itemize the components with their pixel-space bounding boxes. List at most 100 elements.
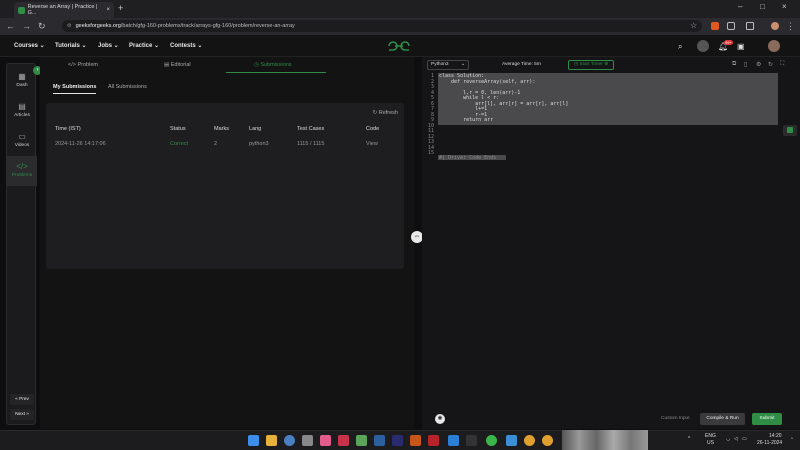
tray-chevron-icon[interactable]: ^	[688, 436, 690, 442]
photoshop-icon[interactable]	[374, 435, 385, 446]
chat-icon	[787, 127, 793, 133]
cell-time: 2024-11-26 14:17:06	[55, 141, 106, 147]
volume-icon[interactable]: ◁	[734, 436, 738, 442]
illustrator-icon[interactable]	[410, 435, 421, 446]
app-icon[interactable]	[466, 435, 477, 446]
maximize-button[interactable]: □	[760, 2, 765, 11]
rail-label: Dash	[16, 83, 28, 88]
app-icon[interactable]	[338, 435, 349, 446]
col-header-marks: Marks	[214, 126, 229, 132]
rail-label: Problems	[11, 173, 33, 178]
reload-icon[interactable]: ↻	[38, 21, 46, 32]
photos-app-icon[interactable]	[302, 435, 313, 446]
submit-button[interactable]: Submit	[752, 413, 782, 425]
gfg-favicon-icon	[18, 6, 25, 14]
col-header-testcases: Test Cases	[297, 126, 325, 132]
rail-item-videos[interactable]: ▭ Videos	[7, 126, 37, 156]
copy-icon[interactable]: ⧉	[732, 61, 736, 68]
bookmark-star-icon[interactable]: ☆	[690, 21, 697, 30]
subtab-indicator	[53, 93, 96, 94]
extensions-puzzle-icon[interactable]	[727, 22, 735, 30]
messages-icon[interactable]: ▣	[737, 42, 745, 51]
app-icon[interactable]	[506, 435, 517, 446]
cell-testcases: 1115 / 1115	[297, 141, 325, 147]
theme-toggle-icon[interactable]	[697, 40, 709, 52]
file-icon[interactable]: ▯	[744, 61, 747, 68]
start-windows-icon[interactable]	[248, 435, 259, 446]
new-tab-button[interactable]: +	[118, 3, 123, 13]
start-timer-button[interactable]: ◷ Start Timer ⊕	[568, 60, 614, 70]
whatsapp-icon[interactable]	[486, 435, 497, 446]
rail-item-problems[interactable]: </> Problems	[7, 156, 37, 186]
menu-contests[interactable]: Contests ⌄	[170, 42, 202, 49]
window-close-button[interactable]: ×	[782, 2, 787, 11]
tab-editorial[interactable]: ▤ Editorial	[164, 62, 191, 68]
problem-panel: </> Problem ▤ Editorial ◷ Submissions My…	[40, 57, 414, 429]
browser-tab[interactable]: Reverse an Array | Practice | G... ×	[14, 2, 114, 18]
back-icon[interactable]: ←	[6, 21, 15, 31]
language-value: Python3	[431, 62, 449, 67]
tray-date: 26-11-2024	[757, 440, 783, 446]
subtab-all-submissions[interactable]: All Submissions	[108, 84, 147, 90]
menu-jobs[interactable]: Jobs ⌄	[98, 42, 119, 49]
settings-icon[interactable]: ⚙	[756, 61, 761, 68]
vscode-icon[interactable]	[448, 435, 459, 446]
subtab-my-submissions[interactable]: My Submissions	[53, 84, 96, 90]
compile-run-button[interactable]: Compile & Run	[700, 413, 745, 425]
forward-icon[interactable]: →	[22, 21, 31, 31]
col-header-time: Time (IST)	[55, 126, 81, 132]
user-avatar[interactable]	[768, 40, 780, 52]
chrome-icon[interactable]	[524, 435, 535, 446]
wifi-icon[interactable]: ◡	[726, 436, 730, 442]
url-field[interactable]: ⊜ geeksforgeeks.org/batch/gfg-160-proble…	[62, 20, 702, 32]
app-icon[interactable]	[320, 435, 331, 446]
tab-submissions[interactable]: ◷ Submissions	[254, 62, 292, 68]
fullscreen-icon[interactable]: ⛶	[780, 61, 784, 68]
sidepanel-icon[interactable]	[746, 22, 754, 30]
gfg-logo-icon[interactable]	[387, 40, 411, 52]
minimize-button[interactable]: –	[738, 2, 742, 11]
site-info-icon[interactable]: ⊜	[67, 23, 72, 29]
browser-menu-icon[interactable]: ⋮	[786, 21, 795, 32]
code-line: return arr	[439, 117, 494, 123]
code-area[interactable]: 1 2 3 4 5 6 7 8 9 10 11 12 13 14 15 clas…	[422, 73, 800, 373]
battery-icon[interactable]: ▭	[742, 436, 747, 442]
settings-app-icon[interactable]	[284, 435, 295, 446]
menu-practice[interactable]: Practice ⌄	[129, 42, 159, 49]
active-tab-indicator	[226, 72, 326, 73]
notifications-icon[interactable]: ◔	[790, 436, 793, 442]
reset-icon[interactable]: ↻	[768, 61, 773, 68]
cell-marks: 2	[214, 141, 218, 147]
cell-lang: python3	[249, 141, 269, 147]
tray-lang[interactable]: ENG	[705, 433, 716, 439]
extension-icon[interactable]	[711, 22, 719, 30]
tab-close-icon[interactable]: ×	[106, 7, 110, 13]
app-icon[interactable]	[356, 435, 367, 446]
line-number: 15	[427, 150, 434, 156]
timer-label: Start Timer	[579, 62, 603, 67]
menu-courses[interactable]: Courses ⌄	[14, 42, 45, 49]
custom-input-toggle[interactable]: Custom Input	[661, 416, 690, 421]
chrome-icon[interactable]	[542, 435, 553, 446]
tray-region[interactable]: US	[707, 440, 714, 446]
taskbar-preview-thumbnail[interactable]	[562, 430, 648, 450]
tray-time: 14:20	[769, 433, 782, 439]
rail-item-articles[interactable]: ▤ Articles	[7, 96, 37, 126]
language-select[interactable]: Python3 ⌄	[427, 60, 469, 70]
premiere-icon[interactable]	[392, 435, 403, 446]
col-header-status: Status	[170, 126, 186, 132]
side-widget[interactable]	[783, 125, 797, 136]
next-button[interactable]: Next »	[10, 409, 34, 420]
refresh-label: Refresh	[378, 110, 398, 116]
tab-problem[interactable]: </> Problem	[68, 62, 98, 68]
refresh-button[interactable]: ↻ Refresh	[373, 110, 398, 116]
search-icon[interactable]: ⌕	[678, 42, 682, 52]
view-code-link[interactable]: View	[366, 141, 378, 147]
prev-button[interactable]: « Prev	[10, 394, 34, 405]
menu-tutorials[interactable]: Tutorials ⌄	[55, 42, 87, 49]
code-icon: </>	[16, 162, 28, 171]
bulb-icon[interactable]: ✺	[435, 414, 445, 424]
profile-avatar[interactable]	[771, 22, 779, 30]
file-explorer-icon[interactable]	[266, 435, 277, 446]
acrobat-icon[interactable]	[428, 435, 439, 446]
